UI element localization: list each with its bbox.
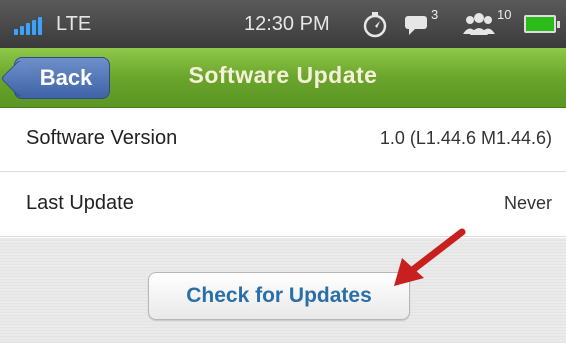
check-for-updates-button[interactable]: Check for Updates — [148, 272, 410, 320]
software-version-value: 1.0 (L1.44.6 M1.44.6) — [379, 128, 552, 148]
compass-icon — [362, 10, 388, 43]
software-version-row: Software Version 1.0 (L1.44.6 M1.44.6) — [0, 108, 566, 172]
annotation-arrow-icon — [394, 228, 466, 286]
status-bar: LTE 12:30 PM 3 10 — [0, 0, 566, 48]
software-version-label: Software Version — [26, 127, 178, 149]
battery-icon — [524, 15, 560, 33]
messages-count: 3 — [431, 7, 439, 22]
last-update-row: Last Update Never — [0, 173, 566, 237]
last-update-label: Last Update — [26, 192, 134, 214]
back-button[interactable]: Back — [14, 57, 110, 99]
contacts-icon — [462, 10, 496, 41]
last-update-value: Never — [503, 193, 552, 213]
back-button-label: Back — [39, 65, 93, 90]
action-area: Check for Updates — [0, 238, 566, 343]
network-type: LTE — [56, 13, 92, 35]
navigation-bar: Software Update Back — [0, 48, 566, 108]
status-time: 12:30 PM — [244, 13, 330, 35]
contacts-count: 10 — [497, 7, 512, 22]
message-bubble-icon — [404, 10, 430, 41]
signal-bars-icon — [14, 15, 42, 35]
